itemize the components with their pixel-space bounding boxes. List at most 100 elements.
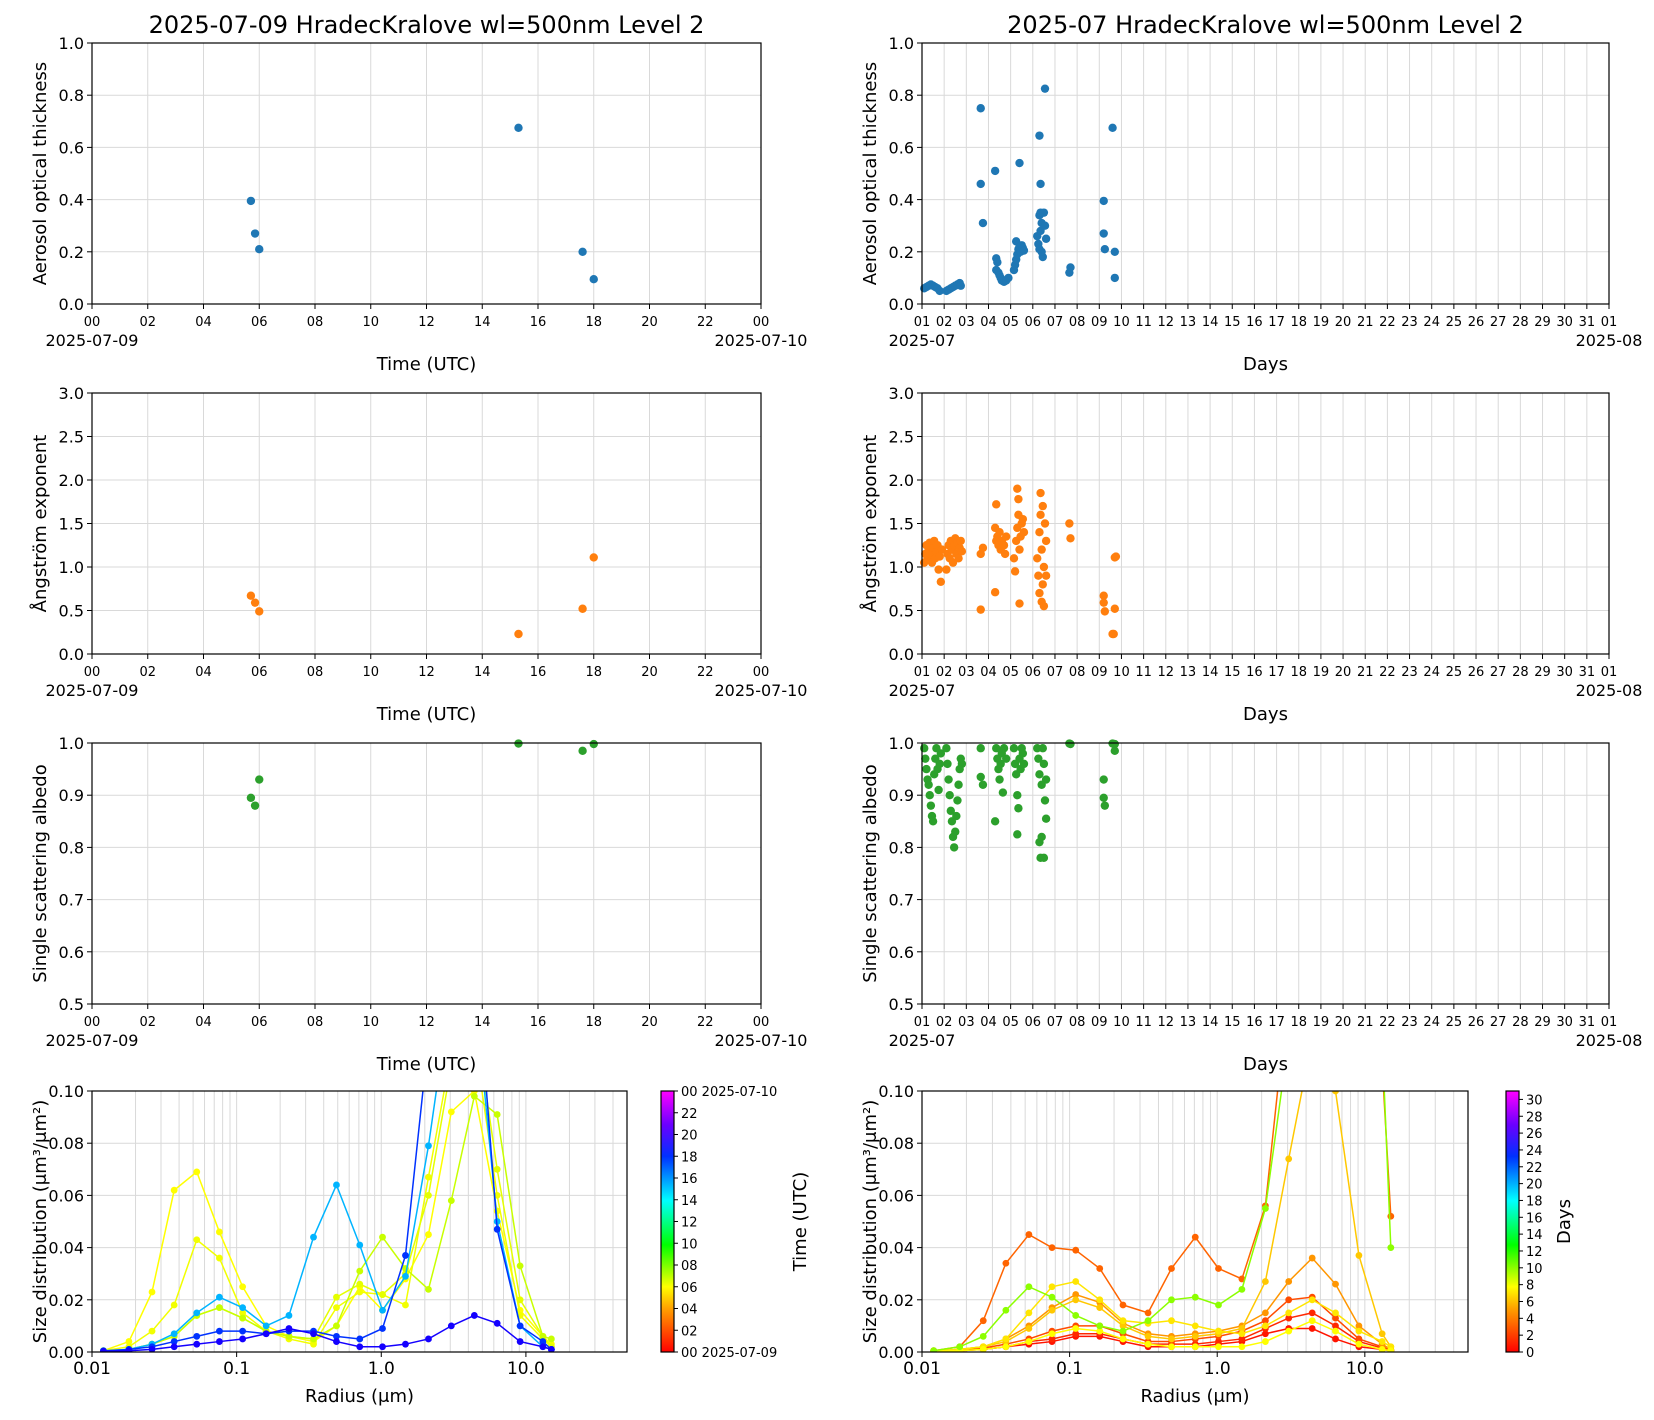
x-tick-label: 12 xyxy=(418,315,435,330)
y-tick-label: 0.0 xyxy=(889,295,914,314)
series-point xyxy=(1002,1259,1010,1267)
series-point xyxy=(1191,1332,1199,1340)
data-point xyxy=(1004,273,1013,283)
x-axis-label: Time (UTC) xyxy=(376,704,477,725)
y-tick-label: 0.9 xyxy=(889,786,914,805)
data-point xyxy=(956,281,965,290)
x-tick-label: 00 xyxy=(753,315,770,330)
data-point xyxy=(1015,158,1024,168)
series-point xyxy=(1096,1296,1104,1304)
series-point xyxy=(215,1254,223,1262)
y-tick-label: 0.00 xyxy=(878,1343,914,1362)
x-axis-label: Radius (μm) xyxy=(305,1386,414,1407)
series-point xyxy=(1168,1317,1175,1325)
data-point xyxy=(578,247,587,256)
series-point xyxy=(1072,1296,1080,1304)
x-tick-label: 27 xyxy=(1490,665,1507,680)
data-point xyxy=(999,744,1009,753)
colorbar-tick-label: 16 xyxy=(681,1172,698,1187)
data-point xyxy=(1037,545,1046,554)
x-tick-label: 24 xyxy=(1423,315,1440,330)
y-tick-label: 0.9 xyxy=(59,786,84,805)
x-tick-label: 00 xyxy=(84,1015,101,1030)
data-point xyxy=(1100,607,1110,616)
series-point xyxy=(356,1288,364,1296)
data-point xyxy=(589,275,598,284)
series-point xyxy=(1048,1244,1056,1251)
data-point xyxy=(1013,484,1022,493)
series-point xyxy=(262,1322,270,1330)
colorbar-tick-label: 24 xyxy=(1526,1144,1543,1159)
daily-time-colorbar: 00 2025-07-09 02 04 06 08 10 12 14 16 18 20 22 00 20… xyxy=(660,1085,811,1361)
colorbar-tick-label: 00 2025-07-09 xyxy=(681,1346,777,1361)
y-axis-label: Size distribution (μm³/μm²) xyxy=(860,1100,881,1343)
x-tick-label: 06 xyxy=(1025,665,1042,680)
data-point xyxy=(1040,519,1050,528)
y-tick-label: 0.0 xyxy=(59,645,84,664)
data-point xyxy=(1019,759,1029,769)
data-point xyxy=(1036,488,1045,498)
x-tick-label: 23 xyxy=(1401,665,1418,680)
x-tick-label: 31 xyxy=(1579,315,1596,330)
data-point xyxy=(1037,832,1046,842)
y-tick-label: 3.0 xyxy=(889,384,914,403)
y-axis-label: Single scattering albedo xyxy=(860,764,881,982)
data-point xyxy=(1040,84,1050,93)
series-point xyxy=(425,1335,432,1343)
date-left-label: 2025-07-09 xyxy=(46,681,139,700)
data-point xyxy=(978,218,988,228)
date-right-label: 2025-08 xyxy=(1576,1031,1643,1050)
series-point xyxy=(193,1236,201,1244)
series-point xyxy=(1144,1332,1152,1340)
series-point xyxy=(447,1197,455,1205)
x-tick-label: 16 xyxy=(530,315,547,330)
data-point xyxy=(1039,601,1049,611)
data-point xyxy=(978,543,988,553)
data-point xyxy=(255,607,264,616)
x-tick-label: 11 xyxy=(1135,665,1152,680)
series-point xyxy=(402,1252,409,1259)
x-tick-label: 29 xyxy=(1534,315,1551,330)
y-tick-label: 0.5 xyxy=(59,995,84,1014)
series-point xyxy=(1332,1280,1339,1288)
data-point xyxy=(957,759,967,769)
colorbar-tick-label: 6 xyxy=(1526,1295,1534,1310)
data-point xyxy=(1038,501,1047,511)
data-point xyxy=(976,179,985,189)
x-tick-label: 10 xyxy=(362,1015,379,1030)
data-point xyxy=(993,258,1002,267)
x-tick-label: 04 xyxy=(980,315,997,330)
x-tick-label: 26 xyxy=(1468,315,1485,330)
colorbar-tick-label: 08 xyxy=(681,1259,698,1274)
x-tick-label: 10 xyxy=(1113,1015,1130,1030)
y-tick-label: 0.10 xyxy=(48,1082,84,1101)
x-tick-label: 21 xyxy=(1357,665,1374,680)
y-tick-label: 0.2 xyxy=(59,243,84,262)
colorbar-tick-label: 18 xyxy=(681,1150,698,1165)
y-tick-label: 0.04 xyxy=(878,1239,914,1258)
data-point xyxy=(1035,588,1044,598)
series-point xyxy=(379,1306,386,1314)
series-point xyxy=(285,1325,293,1332)
series-point xyxy=(356,1280,364,1288)
x-tick-label: 03 xyxy=(958,665,975,680)
x-tick-label: 29 xyxy=(1534,665,1551,680)
series-point xyxy=(425,1231,432,1238)
x-tick-label: 02 xyxy=(936,665,953,680)
y-tick-label: 0.02 xyxy=(48,1291,84,1310)
series-point xyxy=(1144,1340,1152,1348)
data-point xyxy=(935,759,944,769)
colorbar-tick-label: 16 xyxy=(1526,1211,1543,1226)
x-tick-label: 29 xyxy=(1534,1015,1551,1030)
colorbar-tick-label: 12 xyxy=(681,1216,698,1231)
data-point xyxy=(1041,571,1051,580)
x-tick-label: 18 xyxy=(1290,315,1307,330)
x-tick-label: 20 xyxy=(641,665,658,680)
date-right-label: 2025-08 xyxy=(1576,331,1643,350)
colorbar-tick-label: 22 xyxy=(681,1107,698,1122)
series-point xyxy=(516,1338,524,1345)
data-point xyxy=(255,244,264,254)
series-point xyxy=(379,1233,386,1241)
x-tick-label: 20 xyxy=(641,315,658,330)
series-point xyxy=(1072,1312,1080,1319)
